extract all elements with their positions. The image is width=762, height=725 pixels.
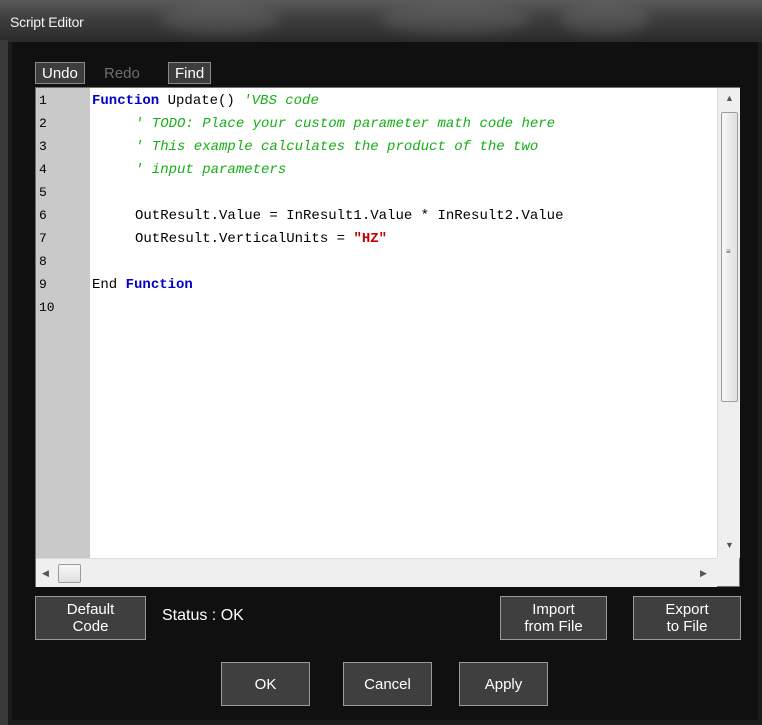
code-text: OutResult.VerticalUnits =: [135, 231, 354, 247]
line-number: 1: [39, 93, 47, 108]
line-number: 4: [39, 162, 47, 177]
horizontal-scroll-thumb[interactable]: [58, 564, 81, 583]
keyword: Function: [125, 277, 193, 293]
window-title: Script Editor: [10, 14, 84, 30]
default-code-label: Default: [66, 601, 115, 618]
export-to-file-button[interactable]: Export to File: [633, 596, 741, 640]
apply-button[interactable]: Apply: [459, 662, 548, 706]
code-line-2: ' TODO: Place your custom parameter math…: [135, 116, 555, 132]
line-number: 2: [39, 116, 47, 131]
code-comment: 'VBS code: [243, 93, 319, 109]
horizontal-scrollbar[interactable]: ◀ ▶: [36, 558, 717, 587]
line-number: 10: [39, 300, 55, 315]
export-label: to File: [666, 618, 708, 635]
scroll-left-arrow-icon[interactable]: ◀: [42, 568, 49, 579]
import-from-file-button[interactable]: Import from File: [500, 596, 607, 640]
line-number-gutter: 1 2 3 4 5 6 7 8 9 10: [36, 88, 90, 558]
vertical-scroll-thumb[interactable]: ≡: [721, 112, 738, 402]
line-number: 8: [39, 254, 47, 269]
line-number: 6: [39, 208, 47, 223]
code-line-3: ' This example calculates the product of…: [135, 139, 538, 155]
ok-button[interactable]: OK: [221, 662, 310, 706]
code-line-4: ' input parameters: [135, 162, 286, 178]
undo-button[interactable]: Undo: [35, 62, 85, 84]
code-editor[interactable]: 1 2 3 4 5 6 7 8 9 10 Function Update() '…: [35, 87, 740, 587]
keyword: Function: [92, 93, 160, 109]
window-border: [0, 40, 8, 725]
scroll-up-arrow-icon[interactable]: ▲: [725, 93, 734, 103]
line-number: 3: [39, 139, 47, 154]
code-text: OutResult.Value = InResult1.Value * InRe…: [135, 208, 564, 224]
code-text: Update(): [159, 93, 244, 109]
code-comment: ' This example calculates the product of…: [135, 139, 539, 155]
title-bar[interactable]: Script Editor: [0, 0, 762, 42]
ok-label: OK: [254, 675, 277, 693]
line-number: 9: [39, 277, 47, 292]
code-line-9: End Function: [92, 277, 193, 293]
line-number: 5: [39, 185, 47, 200]
find-button[interactable]: Find: [168, 62, 212, 84]
status-text: Status : OK: [162, 607, 244, 624]
vertical-scrollbar[interactable]: ▲ ≡ ▼: [717, 88, 740, 558]
apply-label: Apply: [484, 675, 523, 693]
script-editor-window: Script Editor Undo Redo Find 1 2 3 4 5 6…: [0, 0, 762, 725]
export-label: Export: [665, 601, 709, 618]
code-text: End: [92, 277, 126, 293]
cancel-label: Cancel: [364, 675, 411, 693]
scroll-right-arrow-icon[interactable]: ▶: [700, 568, 707, 579]
scroll-down-arrow-icon[interactable]: ▼: [725, 540, 734, 550]
scrollbar-corner: [717, 558, 739, 586]
import-label: from File: [524, 618, 583, 635]
code-line-6: OutResult.Value = InResult1.Value * InRe…: [135, 208, 563, 224]
code-line-1: Function Update() 'VBS code: [92, 93, 319, 109]
code-line-7: OutResult.VerticalUnits = "HZ": [135, 231, 387, 247]
redo-button: Redo: [104, 65, 140, 82]
code-string: "HZ": [353, 231, 388, 247]
code-comment: ' input parameters: [135, 162, 287, 178]
code-comment: ' TODO: Place your custom parameter math…: [135, 116, 556, 132]
cancel-button[interactable]: Cancel: [343, 662, 432, 706]
import-label: Import: [532, 601, 575, 618]
grip-icon: ≡: [726, 247, 731, 256]
default-code-button[interactable]: Default Code: [35, 596, 146, 640]
line-number: 7: [39, 231, 47, 246]
default-code-label: Code: [72, 618, 109, 635]
